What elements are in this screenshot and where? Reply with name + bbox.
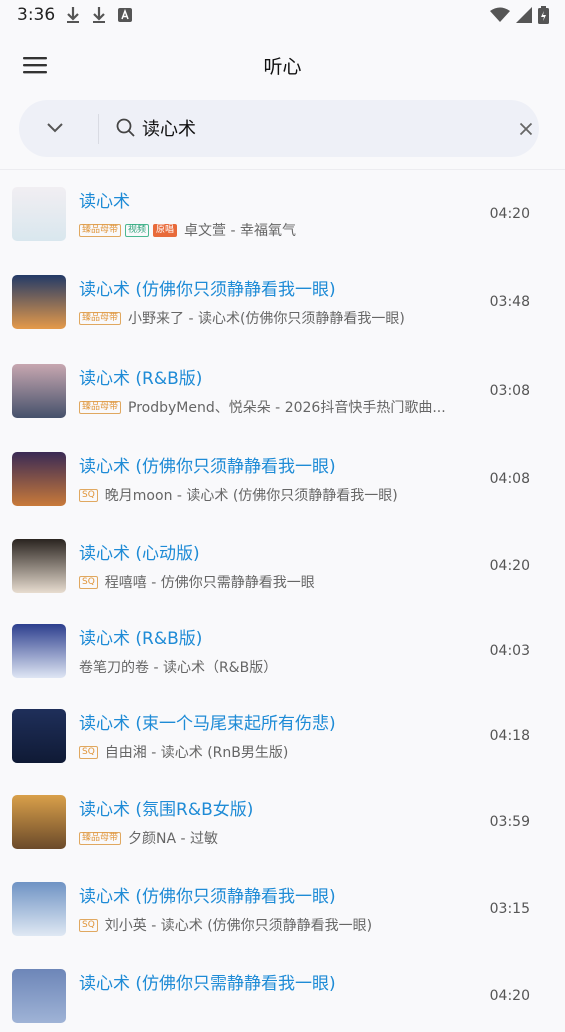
wifi-icon (490, 7, 510, 22)
song-title: 读心术 (R&B版) (79, 629, 203, 649)
song-list-item[interactable]: 读心术 (仿佛你只须静静看我一眼) SQ 刘小英 - 读心术 (仿佛你只须静静看我一… (0, 865, 565, 945)
song-list-item[interactable]: 读心术 (仿佛你只需静静看我一眼) 04:20 (0, 952, 565, 1032)
quality-badge: 原唱 (153, 223, 178, 237)
song-duration: 04:20 (489, 558, 530, 574)
song-duration: 04:03 (489, 643, 530, 659)
song-duration: 03:15 (489, 901, 530, 917)
search-icon (116, 118, 135, 137)
song-list-item[interactable]: 读心术 (氛围R&B女版) 臻品母带 夕颜NA - 过敏 03:59 (0, 778, 565, 858)
song-meta: 臻品母带 ProdbyMend、悦朵朵 - 2026抖音快手热门歌曲... (79, 397, 446, 417)
song-duration: 04:20 (489, 206, 530, 222)
song-title: 读心术 (仿佛你只须静静看我一眼) (79, 280, 336, 300)
song-list-item[interactable]: 读心术臻品母带 视频 原唱 卓文萱 - 幸福氧气 04:20 (0, 170, 565, 250)
song-title: 读心术 (氛围R&B女版) (79, 800, 254, 820)
song-duration: 03:48 (489, 294, 530, 310)
quality-badge: 臻品母带 (79, 400, 122, 414)
song-duration: 03:08 (489, 383, 530, 399)
quality-badge: 视频 (125, 223, 150, 237)
album-cover (12, 709, 66, 763)
song-meta: SQ 晚月moon - 读心术 (仿佛你只须静静看我一眼) (79, 485, 398, 505)
song-meta: 臻品母带 小野来了 - 读心术(仿佛你只须静静看我一眼) (79, 308, 405, 328)
chevron-down-icon (47, 123, 63, 133)
app-a-icon (118, 8, 132, 22)
song-title: 读心术 (仿佛你只需静静看我一眼) (79, 974, 336, 994)
song-duration: 04:20 (489, 988, 530, 1004)
quality-badge: 臻品母带 (79, 831, 122, 845)
status-notification-icons (66, 6, 132, 24)
artist-album-text: 小野来了 - 读心术(仿佛你只须静静看我一眼) (128, 311, 405, 327)
album-cover (12, 275, 66, 329)
song-title: 读心术 (仿佛你只须静静看我一眼) (79, 457, 336, 477)
song-duration: 03:59 (489, 814, 530, 830)
download-icon (67, 7, 79, 23)
search-input[interactable] (142, 112, 502, 144)
song-meta: SQ 自由湘 - 读心术 (RnB男生版) (79, 742, 288, 762)
artist-album-text: 自由湘 - 读心术 (RnB男生版) (104, 745, 289, 761)
quality-badge: SQ (79, 918, 98, 932)
song-title: 读心术 (仿佛你只须静静看我一眼) (79, 887, 336, 907)
quality-badge: SQ (79, 575, 98, 589)
artist-album-text: 晚月moon - 读心术 (仿佛你只须静静看我一眼) (104, 488, 398, 504)
app-bar: 听心 (0, 32, 565, 98)
search-bar (19, 100, 539, 157)
album-cover (12, 452, 66, 506)
artist-album-text: 刘小英 - 读心术 (仿佛你只须静静看我一眼) (104, 918, 373, 934)
album-cover (12, 795, 66, 849)
album-cover (12, 969, 66, 1023)
battery-icon (538, 6, 549, 24)
artist-album-text: 卷笔刀的卷 - 读心术（R&B版） (79, 660, 278, 676)
signal-icon (516, 7, 532, 23)
song-duration: 04:18 (489, 728, 530, 744)
quality-badge: 臻品母带 (79, 223, 122, 237)
quality-badge: 臻品母带 (79, 311, 122, 325)
song-meta: SQ 程嘻嘻 - 仿佛你只需静静看我一眼 (79, 572, 315, 592)
song-list-item[interactable]: 读心术 (仿佛你只须静静看我一眼) 臻品母带 小野来了 - 读心术(仿佛你只须静静看… (0, 258, 565, 338)
status-system-icons (490, 6, 549, 24)
quality-badge: SQ (79, 745, 98, 759)
song-list-item[interactable]: 读心术 (心动版) SQ 程嘻嘻 - 仿佛你只需静静看我一眼 04:20 (0, 522, 565, 602)
quality-badge: SQ (79, 488, 98, 502)
song-list-item[interactable]: 读心术 (仿佛你只须静静看我一眼) SQ 晚月moon - 读心术 (仿佛你只须静静… (0, 435, 565, 515)
clear-search-button[interactable] (513, 116, 539, 142)
album-cover (12, 187, 66, 241)
song-title: 读心术 (79, 192, 130, 212)
song-meta: SQ 刘小英 - 读心术 (仿佛你只须静静看我一眼) (79, 915, 372, 935)
song-meta: 臻品母带 夕颜NA - 过敏 (79, 828, 218, 848)
song-list: 读心术 臻品母带 视频 原唱 卓文萱 - 幸福氧气 04:20 读心术 (仿佛你只须静静看我… (0, 170, 565, 1023)
search-divider (98, 114, 99, 144)
page-title: 听心 (263, 56, 302, 78)
song-list-item[interactable]: 读心术 (R&B版) 臻品母带 ProdbyMend、悦朵朵 - 2026抖音快手热… (0, 347, 565, 427)
collapse-button[interactable] (41, 114, 69, 142)
song-title: 读心术 (束一个马尾束起所有伤悲) (79, 714, 336, 734)
artist-album-text: 夕颜NA - 过敏 (128, 831, 219, 847)
song-list-item[interactable]: 读心术 (R&B版) 卷笔刀的卷 - 读心术（R&B版） 04:03 (0, 607, 565, 687)
song-meta: 卷笔刀的卷 - 读心术（R&B版） (79, 657, 277, 677)
status-bar: 3:36 (0, 0, 565, 32)
song-duration: 04:08 (489, 471, 530, 487)
close-icon (519, 122, 533, 136)
song-title: 读心术 (心动版) (79, 544, 200, 564)
song-list-item[interactable]: 读心术 (束一个马尾束起所有伤悲) SQ 自由湘 - 读心术 (RnB男生版) 04:… (0, 692, 565, 772)
album-cover (12, 624, 66, 678)
album-cover (12, 882, 66, 936)
song-meta: 臻品母带 视频 原唱 卓文萱 - 幸福氧气 (79, 220, 296, 240)
album-cover (12, 364, 66, 418)
artist-album-text: 卓文萱 - 幸福氧气 (184, 223, 296, 239)
artist-album-text: 程嘻嘻 - 仿佛你只需静静看我一眼 (104, 575, 315, 591)
status-time: 3:36 (17, 5, 56, 25)
download-icon (93, 7, 105, 23)
album-cover (12, 539, 66, 593)
artist-album-text: ProdbyMend、悦朵朵 - 2026抖音快手热门歌曲... (128, 400, 446, 416)
song-title: 读心术 (R&B版) (79, 369, 203, 389)
